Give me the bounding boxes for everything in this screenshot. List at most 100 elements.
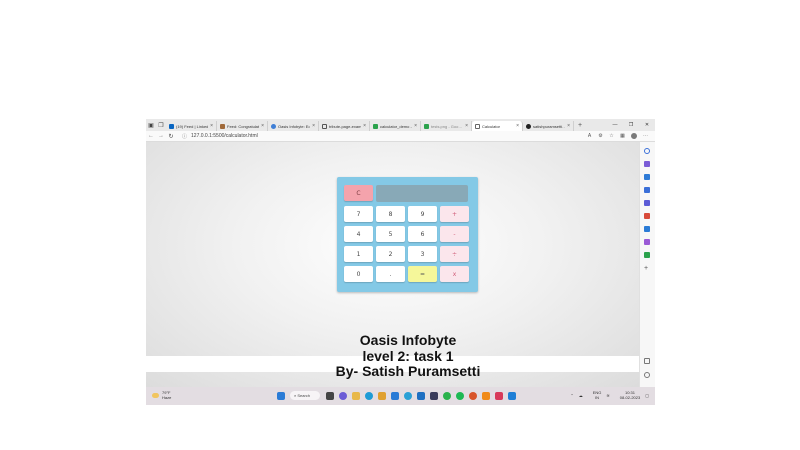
- browser-tab-active[interactable]: Calculator ×: [472, 121, 523, 131]
- spotify-icon[interactable]: [456, 391, 464, 400]
- add-icon[interactable]: +: [644, 265, 650, 272]
- tools-icon[interactable]: [644, 187, 650, 193]
- games-icon[interactable]: [644, 200, 650, 206]
- avatar[interactable]: [631, 133, 637, 139]
- back-icon[interactable]: ←: [146, 133, 156, 139]
- system-tray: ⌃ ☁ ENG IN ≋ 10:31 08-02-2023 ▢: [565, 390, 649, 400]
- wifi-icon[interactable]: ≋: [606, 393, 609, 398]
- mail-icon[interactable]: [417, 391, 425, 400]
- taskbar: 79°F Haze ⌕ Search ⌃ ☁ ENG IN ≋ 10:31 08…: [146, 387, 655, 405]
- close-icon[interactable]: ×: [363, 123, 366, 129]
- url-field[interactable]: ⓘ 127.0.0.1:5500/calculator.html: [182, 133, 258, 140]
- vscode-icon[interactable]: [508, 391, 516, 400]
- refresh-icon[interactable]: ↻: [166, 133, 176, 140]
- weather-widget[interactable]: 79°F Haze: [152, 390, 171, 400]
- clock[interactable]: 10:31 08-02-2023: [615, 390, 640, 400]
- shopping-icon[interactable]: [644, 174, 650, 180]
- digit-7-button[interactable]: 7: [344, 206, 373, 222]
- caption-line-1: Oasis Infobyte: [359, 332, 457, 348]
- plus-button[interactable]: +: [440, 206, 469, 222]
- taskbar-apps: ⌕ Search: [277, 391, 521, 400]
- more-icon[interactable]: ⋯: [640, 133, 651, 139]
- close-icon[interactable]: ×: [465, 123, 468, 129]
- file-explorer-icon[interactable]: [352, 391, 360, 400]
- page-icon: [475, 123, 480, 129]
- favorites-icon[interactable]: ☆: [606, 133, 617, 139]
- discover-icon[interactable]: [644, 161, 650, 167]
- tab-actions-icon[interactable]: ❐: [156, 119, 166, 131]
- browser-tab[interactable]: (19) Feed | LinkedIn×: [166, 121, 217, 131]
- digit-1-button[interactable]: 1: [344, 246, 373, 262]
- browser-tab[interactable]: tests.png - Goo… ×: [421, 121, 472, 131]
- digit-0-button[interactable]: 0: [344, 266, 373, 282]
- weather-icon: [152, 392, 159, 398]
- store-icon[interactable]: [391, 391, 399, 400]
- chat-icon[interactable]: [339, 391, 347, 400]
- github-icon: [526, 123, 531, 129]
- taskbar-search[interactable]: ⌕ Search: [290, 391, 320, 400]
- drive-icon: [373, 123, 378, 129]
- browser-tab-bar: ▣ ❐ (19) Feed | LinkedIn× Feed: Congratu…: [146, 119, 655, 131]
- language-indicator[interactable]: ENG IN: [588, 390, 602, 400]
- tree-icon[interactable]: [644, 252, 650, 258]
- multiply-button[interactable]: x: [440, 266, 469, 282]
- calculator-app-icon[interactable]: [430, 391, 438, 400]
- start-icon[interactable]: [277, 391, 285, 400]
- window-menu-icon[interactable]: ▣: [146, 119, 156, 131]
- digit-9-button[interactable]: 9: [408, 206, 437, 222]
- close-window-icon[interactable]: ✕: [639, 122, 655, 128]
- forward-icon[interactable]: →: [156, 133, 166, 139]
- onenote-icon[interactable]: [644, 239, 650, 245]
- outlook-icon[interactable]: [644, 226, 650, 232]
- browser-tab[interactable]: tribute-page-exam…×: [319, 121, 370, 131]
- digit-6-button[interactable]: 6: [408, 226, 437, 242]
- onedrive-icon[interactable]: ☁: [579, 393, 583, 398]
- info-icon: ⓘ: [182, 133, 188, 140]
- equals-button[interactable]: =: [408, 266, 437, 282]
- browser-toolbar: A ⚙ ☆ ▦ ⋯: [584, 133, 655, 139]
- maximize-icon[interactable]: ❐: [623, 122, 639, 128]
- extensions-icon[interactable]: ⚙: [595, 133, 606, 139]
- drive-icon: [424, 123, 429, 129]
- close-icon[interactable]: ×: [414, 123, 417, 129]
- tray-chevron-icon[interactable]: ⌃: [570, 393, 573, 398]
- telegram-icon[interactable]: [404, 391, 412, 400]
- close-icon[interactable]: ×: [312, 123, 315, 129]
- read-aloud-icon[interactable]: A: [584, 133, 595, 139]
- office-icon[interactable]: [644, 213, 650, 219]
- close-icon[interactable]: ×: [516, 123, 519, 129]
- close-icon[interactable]: ×: [567, 123, 570, 129]
- clear-button[interactable]: C: [344, 185, 373, 201]
- browser-tab[interactable]: Feed: Congratulati…×: [217, 121, 268, 131]
- close-icon[interactable]: ×: [261, 123, 264, 129]
- browser-tab[interactable]: satishpuramsetti… ×: [523, 121, 574, 131]
- media-icon[interactable]: [469, 391, 477, 400]
- calculator: C 7 8 9 + 4 5 6 - 1 2 3 ÷ 0 . = x: [337, 177, 478, 292]
- music-icon[interactable]: [495, 391, 503, 400]
- browser-tab[interactable]: Oasis Infobyte: Ed…×: [268, 121, 319, 131]
- digit-8-button[interactable]: 8: [376, 206, 405, 222]
- notification-icon[interactable]: ▢: [645, 393, 649, 398]
- caption-line-3: By- Satish Puramsetti: [335, 363, 481, 379]
- divide-button[interactable]: ÷: [440, 246, 469, 262]
- photos-icon[interactable]: [378, 391, 386, 400]
- vlc-icon[interactable]: [482, 391, 490, 400]
- linkedin-icon: [169, 123, 174, 129]
- edge-icon[interactable]: [365, 391, 373, 400]
- collections-icon[interactable]: ▦: [617, 133, 628, 139]
- new-tab-button[interactable]: +: [574, 122, 586, 129]
- close-icon[interactable]: ×: [210, 123, 213, 129]
- decimal-button[interactable]: .: [376, 266, 405, 282]
- digit-4-button[interactable]: 4: [344, 226, 373, 242]
- task-view-icon[interactable]: [326, 391, 334, 400]
- whatsapp-icon[interactable]: [443, 391, 451, 400]
- caption-text: Oasis Infobyte level 2: task 1 By- Satis…: [0, 332, 800, 380]
- minus-button[interactable]: -: [440, 226, 469, 242]
- minimize-icon[interactable]: —: [607, 122, 623, 128]
- page-icon: [322, 123, 327, 129]
- digit-3-button[interactable]: 3: [408, 246, 437, 262]
- search-icon[interactable]: [644, 148, 650, 154]
- digit-5-button[interactable]: 5: [376, 226, 405, 242]
- digit-2-button[interactable]: 2: [376, 246, 405, 262]
- browser-tab[interactable]: calculator_demo -…×: [370, 121, 421, 131]
